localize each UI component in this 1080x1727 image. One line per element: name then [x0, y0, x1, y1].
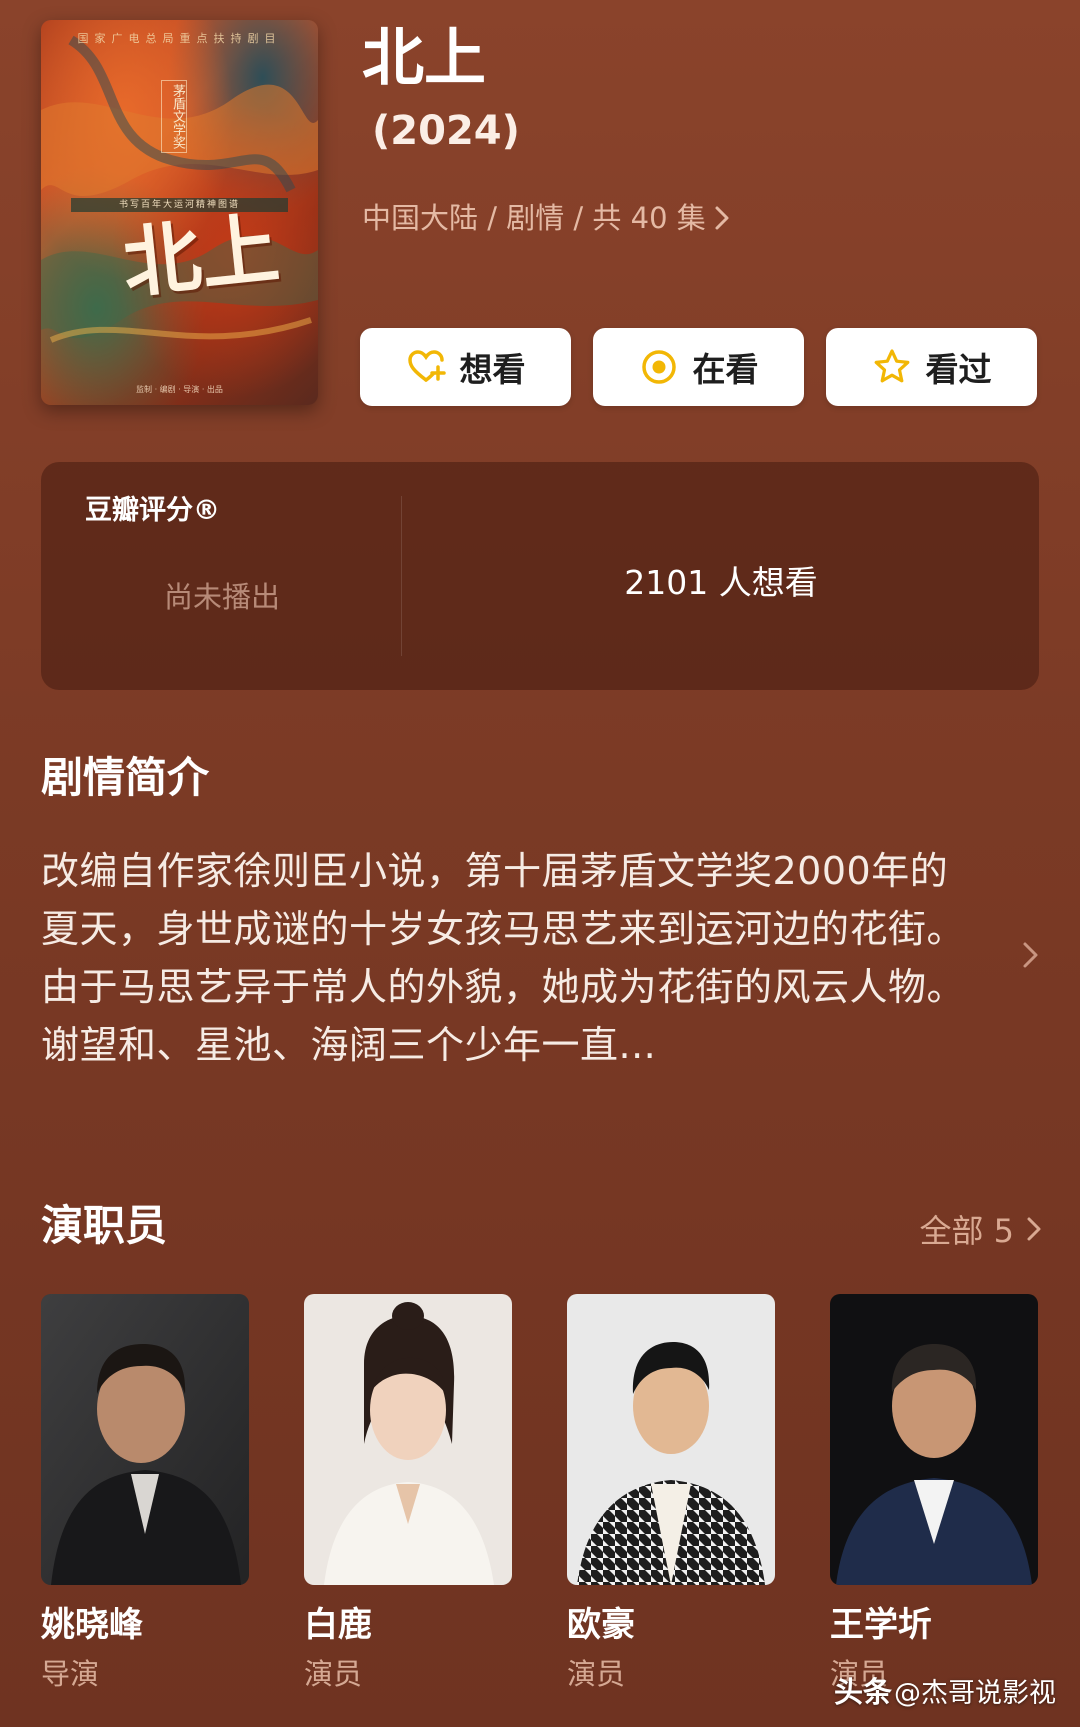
rating-divider — [401, 496, 402, 656]
cast-photo — [304, 1294, 512, 1585]
chevron-right-icon — [715, 206, 729, 230]
person-portrait-icon — [830, 1294, 1038, 1585]
rating-status: 尚未播出 — [163, 580, 280, 614]
want-to-watch-label: 想看 — [459, 350, 526, 389]
cast-name: 白鹿 — [304, 1605, 372, 1645]
circle-dot-icon — [641, 350, 676, 384]
cast-card[interactable]: 姚晓峰 导演 — [41, 1294, 249, 1693]
watched-button[interactable]: 看过 — [826, 328, 1037, 406]
star-icon — [874, 349, 909, 383]
cast-name: 姚晓峰 — [41, 1605, 143, 1645]
cast-see-all-link[interactable]: 全部 5 — [919, 1206, 1044, 1252]
cast-role: 演员 — [304, 1657, 363, 1691]
cast-photo — [567, 1294, 775, 1585]
rating-label: 豆瓣评分® — [85, 495, 220, 526]
heart-plus-icon — [407, 350, 446, 382]
cast-name: 王学圻 — [830, 1605, 932, 1645]
poster-title-art: 北上 — [118, 203, 284, 310]
person-portrait-icon — [304, 1294, 512, 1585]
cast-card[interactable]: 欧豪 演员 — [567, 1294, 775, 1693]
person-portrait-icon — [567, 1294, 775, 1585]
chevron-right-icon[interactable] — [1020, 938, 1042, 972]
watching-button[interactable]: 在看 — [593, 328, 804, 406]
show-meta: 中国大陆 / 剧情 / 共 40 集 — [362, 201, 706, 235]
cast-list: 姚晓峰 导演 白鹿 演员 欧豪 演员 王学圻 演员 — [41, 1294, 1038, 1693]
cast-name: 欧豪 — [567, 1605, 635, 1645]
cast-card[interactable]: 王学圻 演员 — [830, 1294, 1038, 1693]
show-year: (2024) — [372, 108, 520, 154]
action-buttons: 想看 在看 看过 — [360, 328, 1037, 406]
poster-credits: 监制 · 编剧 · 导演 · 出品 — [136, 385, 223, 394]
watching-label: 在看 — [692, 350, 759, 389]
watermark-app: 头条 — [833, 1675, 892, 1709]
poster-award: 茅盾文学奖 — [161, 80, 187, 153]
watermark-account: @杰哥说影视 — [894, 1678, 1056, 1709]
cast-heading: 演职员 — [41, 1201, 168, 1250]
cast-card[interactable]: 白鹿 演员 — [304, 1294, 512, 1693]
want-count: 2101 人想看 — [624, 563, 818, 602]
cast-photo — [830, 1294, 1038, 1585]
cast-role: 导演 — [41, 1657, 100, 1691]
page: 国家广电总局重点扶持剧目 茅盾文学奖 书写百年大运河精神图谱 北上 监制 · 编… — [0, 0, 1080, 1727]
poster-image[interactable]: 国家广电总局重点扶持剧目 茅盾文学奖 书写百年大运河精神图谱 北上 监制 · 编… — [41, 20, 318, 405]
cast-photo — [41, 1294, 249, 1585]
watermark: 头条 @杰哥说影视 — [834, 1669, 1056, 1711]
show-title: 北上 — [362, 21, 487, 94]
see-all-label: 全部 5 — [919, 1212, 1014, 1250]
person-portrait-icon — [41, 1294, 249, 1585]
poster-top-line: 国家广电总局重点扶持剧目 — [77, 32, 282, 45]
rating-card[interactable]: 豆瓣评分® 尚未播出 2101 人想看 — [41, 462, 1039, 690]
watched-label: 看过 — [925, 350, 992, 389]
synopsis-heading: 剧情简介 — [41, 753, 210, 802]
chevron-right-icon — [1027, 1217, 1041, 1241]
want-to-watch-button[interactable]: 想看 — [360, 328, 571, 406]
synopsis-text[interactable]: 改编自作家徐则臣小说，第十届茅盾文学奖2000年的夏天，身世成谜的十岁女孩马思艺… — [41, 842, 981, 1074]
show-meta-link[interactable]: 中国大陆 / 剧情 / 共 40 集 — [362, 198, 732, 238]
cast-role: 演员 — [567, 1657, 626, 1691]
